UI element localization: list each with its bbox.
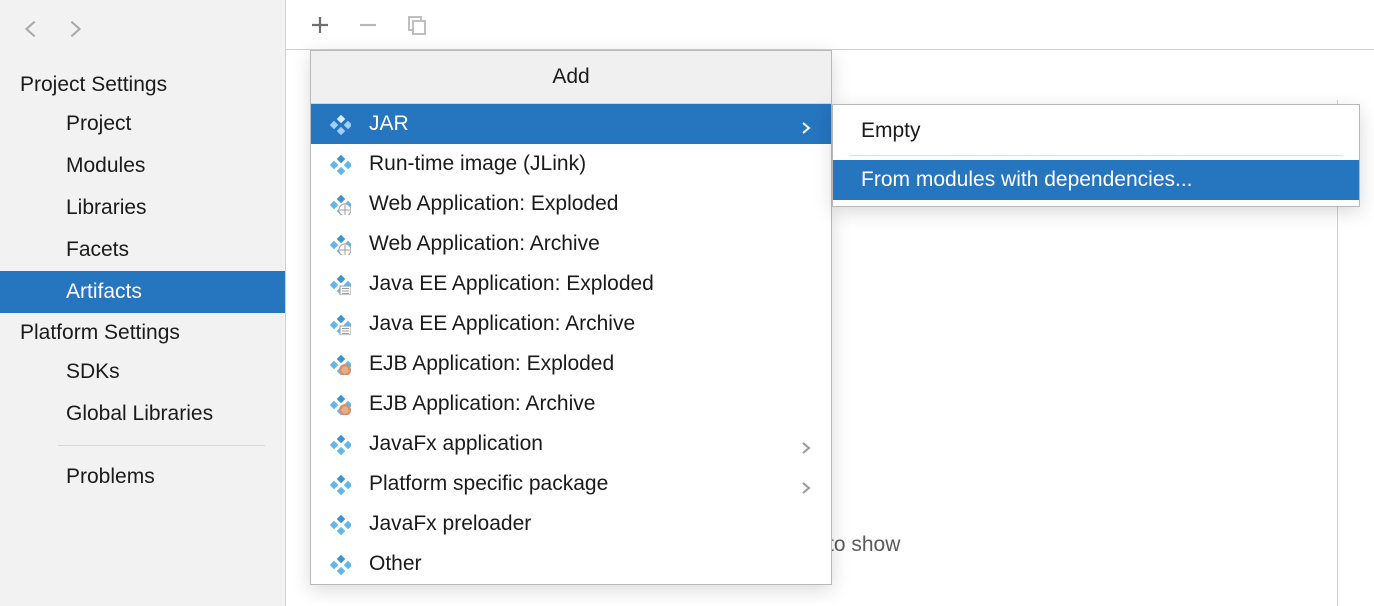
menu-item[interactable]: Web Application: Exploded (311, 184, 831, 224)
sidebar-item-problems[interactable]: Problems (0, 456, 285, 498)
submenu-item-empty[interactable]: Empty (833, 111, 1359, 151)
artifact-icon (329, 513, 351, 535)
menu-item[interactable]: JavaFx application (311, 424, 831, 464)
artifact-icon (329, 353, 351, 375)
sidebar-item-libraries[interactable]: Libraries (0, 187, 285, 229)
menu-item[interactable]: Java EE Application: Exploded (311, 264, 831, 304)
menu-item[interactable]: Run-time image (JLink) (311, 144, 831, 184)
chevron-right-icon (799, 477, 813, 491)
add-popup-menu: Add JAR Run-time image (JLink) Web Applica… (310, 50, 832, 585)
artifact-icon (329, 273, 351, 295)
menu-item[interactable]: JAR (311, 104, 831, 144)
artifact-icon (329, 473, 351, 495)
sidebar-item-global-libraries[interactable]: Global Libraries (0, 393, 285, 435)
artifact-icon (329, 313, 351, 335)
menu-item[interactable]: Other (311, 544, 831, 584)
sidebar-item-facets[interactable]: Facets (0, 229, 285, 271)
section-header-project-settings: Project Settings (0, 65, 285, 103)
artifact-icon (329, 193, 351, 215)
menu-item[interactable]: Web Application: Archive (311, 224, 831, 264)
artifact-icon (329, 553, 351, 575)
menu-item-label: Java EE Application: Archive (369, 312, 813, 336)
submenu-item-label: From modules with dependencies... (861, 168, 1193, 192)
sidebar-item-project[interactable]: Project (0, 103, 285, 145)
menu-item[interactable]: Java EE Application: Archive (311, 304, 831, 344)
menu-item-label: JavaFx application (369, 432, 799, 456)
submenu-item-from-modules[interactable]: From modules with dependencies... (833, 160, 1359, 200)
chevron-right-icon (799, 437, 813, 451)
menu-item-label: JAR (369, 112, 799, 136)
sidebar: Project Settings Project Modules Librari… (0, 0, 286, 606)
sidebar-item-sdks[interactable]: SDKs (0, 351, 285, 393)
forward-button[interactable] (64, 18, 86, 45)
menu-item-label: Web Application: Exploded (369, 192, 813, 216)
menu-item-label: Platform specific package (369, 472, 799, 496)
remove-button[interactable] (358, 15, 378, 35)
menu-item[interactable]: EJB Application: Archive (311, 384, 831, 424)
artifact-icon (329, 233, 351, 255)
nothing-to-show-text: to show (828, 533, 900, 557)
sidebar-separator (58, 445, 265, 446)
menu-item-label: JavaFx preloader (369, 512, 813, 536)
artifact-icon (329, 393, 351, 415)
jar-submenu: Empty From modules with dependencies... (832, 104, 1360, 207)
artifact-icon (329, 113, 351, 135)
menu-item-label: EJB Application: Exploded (369, 352, 813, 376)
section-header-platform-settings: Platform Settings (0, 313, 285, 351)
menu-item-label: EJB Application: Archive (369, 392, 813, 416)
toolbar (286, 0, 1374, 50)
menu-item[interactable]: EJB Application: Exploded (311, 344, 831, 384)
menu-item[interactable]: JavaFx preloader (311, 504, 831, 544)
artifact-icon (329, 153, 351, 175)
menu-item-label: Web Application: Archive (369, 232, 813, 256)
copy-button[interactable] (406, 14, 428, 36)
popup-title: Add (311, 51, 831, 104)
back-button[interactable] (20, 18, 42, 45)
sidebar-item-modules[interactable]: Modules (0, 145, 285, 187)
nav-arrows (0, 8, 285, 65)
menu-item-label: Other (369, 552, 813, 576)
submenu-separator (849, 155, 1343, 156)
menu-item-label: Run-time image (JLink) (369, 152, 813, 176)
menu-item-label: Java EE Application: Exploded (369, 272, 813, 296)
add-button[interactable] (310, 15, 330, 35)
menu-item[interactable]: Platform specific package (311, 464, 831, 504)
chevron-right-icon (799, 117, 813, 131)
submenu-item-label: Empty (861, 119, 921, 143)
artifact-icon (329, 433, 351, 455)
sidebar-item-artifacts[interactable]: Artifacts (0, 271, 285, 313)
